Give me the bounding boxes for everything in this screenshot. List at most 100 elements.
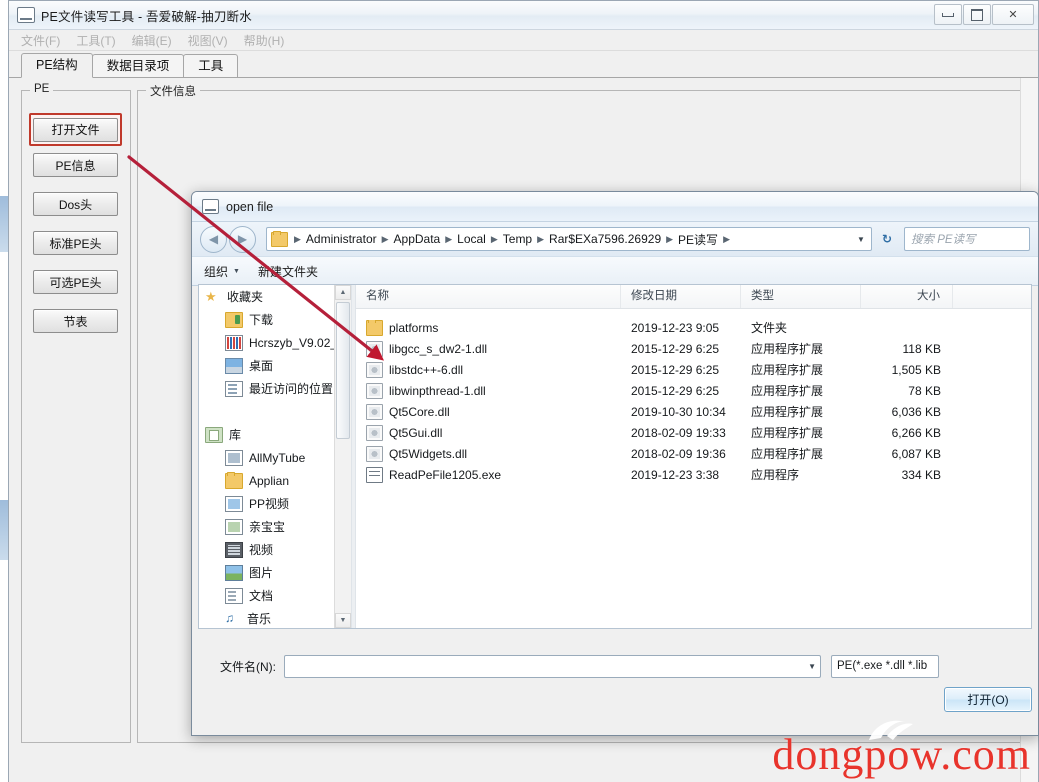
file-size-cell: 78 KB [908, 383, 941, 398]
tab-tools[interactable]: 工具 [183, 54, 239, 77]
dialog-titlebar: open file [192, 192, 1038, 222]
filename-input[interactable]: ▼ [284, 654, 821, 678]
menubar: 文件(F) 工具(T) 编辑(E) 视图(V) 帮助(H) [9, 30, 1038, 51]
nav-item-videos[interactable]: 视频 [199, 538, 351, 561]
column-header-date[interactable]: 修改日期 [621, 285, 741, 308]
table-row[interactable]: libstdc++-6.dll 2015-12-29 6:25 应用程序扩展 1… [356, 359, 1031, 380]
table-row[interactable]: ReadPeFile1205.exe 2019-12-23 3:38 应用程序 … [356, 464, 1031, 485]
file-date-cell: 2019-12-23 3:38 [631, 467, 720, 482]
dialog-toolbar: 组织 ▼ 新建文件夹 [192, 256, 1038, 286]
tabstrip: PE结构 数据目录项 工具 [9, 51, 1038, 78]
table-row[interactable]: libgcc_s_dw2-1.dll 2015-12-29 6:25 应用程序扩… [356, 338, 1031, 359]
scroll-up-icon[interactable]: ▲ [335, 285, 351, 300]
maximize-button[interactable] [963, 4, 991, 25]
table-row[interactable]: Qt5Core.dll 2019-10-30 10:34 应用程序扩展 6,03… [356, 401, 1031, 422]
table-row[interactable]: platforms 2019-12-23 9:05 文件夹 [356, 317, 1031, 338]
organize-button[interactable]: 组织 ▼ [204, 263, 240, 280]
open-button[interactable]: 打开(O) [944, 687, 1032, 712]
menu-item-edit[interactable]: 编辑(E) [132, 32, 172, 49]
forward-arrow-icon: ▶ [237, 232, 248, 246]
nav-item-pp-video[interactable]: PP视频 [199, 492, 351, 515]
tab-pe-structure[interactable]: PE结构 [21, 53, 93, 78]
nav-item-downloads[interactable]: 下载 [199, 308, 351, 331]
address-bar[interactable]: ▶ Administrator ▶ AppData ▶ Local ▶ Temp… [266, 227, 872, 251]
standard-pe-header-button[interactable]: 标准PE头 [33, 231, 118, 255]
chevron-down-icon[interactable]: ▼ [853, 229, 869, 249]
organize-label: 组织 [204, 264, 229, 279]
new-folder-button[interactable]: 新建文件夹 [258, 263, 318, 280]
menu-item-tools[interactable]: 工具(T) [76, 32, 115, 49]
breadcrumb-pe-folder[interactable]: PE读写 [676, 231, 720, 248]
nav-item-qinbaobao[interactable]: 亲宝宝 [199, 515, 351, 538]
file-name-text: ReadPeFile1205.exe [389, 467, 502, 482]
window-icon [17, 7, 35, 23]
pe-info-button[interactable]: PE信息 [33, 153, 118, 177]
nav-item-desktop[interactable]: 桌面 [199, 354, 351, 377]
nav-item-music[interactable]: ♫ 音乐 [199, 607, 351, 628]
file-type-cell: 应用程序扩展 [751, 363, 824, 377]
file-size-cell: 334 KB [901, 467, 941, 482]
menu-item-help[interactable]: 帮助(H) [244, 32, 285, 49]
file-date-cell: 2015-12-29 6:25 [631, 383, 720, 398]
navpane-scrollbar[interactable]: ▲ ▼ [334, 285, 351, 628]
close-button[interactable]: ✕ [992, 4, 1034, 25]
section-table-button[interactable]: 节表 [33, 309, 118, 333]
open-file-button[interactable]: 打开文件 [33, 117, 118, 142]
navpane-scroll-thumb[interactable] [336, 302, 350, 439]
file-type-cell: 应用程序扩展 [751, 384, 824, 398]
folder-icon [271, 230, 288, 247]
nav-item-applian[interactable]: Applian [199, 469, 351, 492]
file-type-cell: 应用程序扩展 [751, 342, 824, 356]
breadcrumb-administrator[interactable]: Administrator [304, 232, 379, 246]
breadcrumb-temp[interactable]: Temp [501, 232, 534, 246]
dialog-navigation-bar: ◀ ▶ ▶ Administrator ▶ AppData ▶ Local ▶ … [192, 222, 1038, 256]
breadcrumb-appdata[interactable]: AppData [392, 232, 443, 246]
tab-data-directory[interactable]: 数据目录项 [91, 54, 185, 77]
dos-header-button[interactable]: Dos头 [33, 192, 118, 216]
nav-item-allmytube[interactable]: AllMyTube [199, 446, 351, 469]
desktop-icon [225, 357, 243, 374]
breadcrumb-local[interactable]: Local [455, 232, 488, 246]
column-header-size[interactable]: 大小 [861, 285, 953, 308]
file-list: 名称 修改日期 类型 大小 platforms 2019-12-23 9:05 … [356, 285, 1031, 628]
back-button[interactable]: ◀ [200, 225, 227, 253]
chevron-down-icon: ▼ [233, 267, 240, 275]
refresh-button[interactable]: ↻ [876, 228, 898, 250]
nav-item-recent-places[interactable]: 最近访问的位置 [199, 377, 351, 400]
dialog-title: open file [226, 199, 274, 214]
video-icon [225, 541, 243, 558]
nav-item-hcrszyb[interactable]: Hcrszyb_V9.02_X [199, 331, 351, 354]
file-name-text: libstdc++-6.dll [389, 362, 464, 377]
breadcrumb-rar-temp[interactable]: Rar$EXa7596.26929 [547, 232, 663, 246]
open-file-highlight-box: 打开文件 [29, 113, 122, 146]
table-row[interactable]: Qt5Widgets.dll 2018-02-09 19:36 应用程序扩展 6… [356, 443, 1031, 464]
nav-item-label: 下载 [249, 313, 274, 327]
file-type-filter-select[interactable]: PE(*.exe *.dll *.lib [831, 654, 939, 678]
file-type-cell: 文件夹 [751, 321, 788, 335]
optional-pe-header-button[interactable]: 可选PE头 [33, 270, 118, 294]
dll-icon [366, 445, 383, 462]
file-name-cell: ReadPeFile1205.exe [356, 466, 621, 483]
menu-item-view[interactable]: 视图(V) [188, 32, 228, 49]
nav-item-documents[interactable]: 文档 [199, 584, 351, 607]
search-input[interactable]: 搜索 PE读写 [904, 227, 1030, 251]
window-controls: ✕ [934, 4, 1034, 25]
file-name-text: libgcc_s_dw2-1.dll [389, 341, 488, 356]
table-row[interactable]: libwinpthread-1.dll 2015-12-29 6:25 应用程序… [356, 380, 1031, 401]
scroll-down-icon[interactable]: ▼ [335, 613, 351, 628]
minimize-button[interactable] [934, 4, 962, 25]
table-row[interactable]: Qt5Gui.dll 2018-02-09 19:33 应用程序扩展 6,266… [356, 422, 1031, 443]
column-header-type[interactable]: 类型 [741, 285, 861, 308]
file-name-cell: libstdc++-6.dll [356, 361, 621, 378]
nav-item-libraries[interactable]: 库 [199, 423, 351, 446]
file-date-cell: 2019-12-23 9:05 [631, 320, 720, 335]
nav-item-favorites[interactable]: ★ 收藏夹 [199, 285, 351, 308]
nav-item-label: 最近访问的位置 [249, 382, 334, 396]
menu-item-file[interactable]: 文件(F) [21, 32, 60, 49]
column-header-name[interactable]: 名称 [356, 285, 621, 308]
nav-item-pictures[interactable]: 图片 [199, 561, 351, 584]
forward-button[interactable]: ▶ [229, 225, 256, 253]
navigation-pane: ★ 收藏夹 下载 Hcrszyb_V9.02_X 桌面 最近访问的位置 库 Al… [199, 285, 351, 628]
chevron-down-icon[interactable]: ▼ [808, 662, 818, 671]
file-date-cell: 2015-12-29 6:25 [631, 362, 720, 377]
